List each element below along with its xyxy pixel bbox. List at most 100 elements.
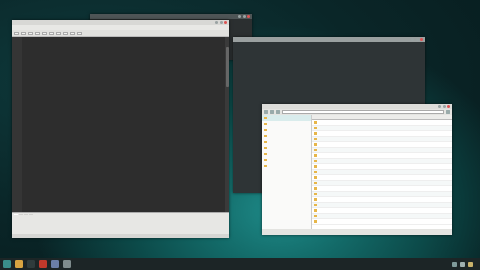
close-icon[interactable] — [420, 38, 423, 41]
editor-titlebar[interactable] — [12, 20, 229, 25]
file-name-cell — [312, 154, 364, 157]
folder-icon — [314, 121, 317, 124]
file-name-cell — [312, 214, 364, 217]
folder-icon — [314, 187, 317, 190]
folder-icon — [314, 159, 317, 162]
file-name-cell — [312, 137, 364, 140]
folder-icon — [314, 203, 317, 206]
file-name-cell — [312, 170, 364, 173]
toolbar-button[interactable] — [70, 31, 75, 35]
file-name-cell — [312, 159, 364, 162]
folder-icon — [314, 198, 317, 201]
file-row[interactable] — [312, 219, 452, 225]
network-icon[interactable] — [452, 261, 457, 267]
folder-icon — [314, 192, 317, 195]
message-panel-tab[interactable] — [29, 214, 33, 215]
editor-toolbar — [12, 30, 229, 37]
minimize-icon[interactable] — [411, 38, 414, 41]
code-view[interactable] — [22, 37, 225, 212]
editor-statusbar — [12, 234, 229, 238]
folder-icon — [314, 220, 317, 223]
folder-icon — [314, 181, 317, 184]
file-name-cell — [312, 220, 364, 223]
file-manager-icon[interactable] — [15, 260, 23, 268]
code-editor-window[interactable] — [12, 20, 229, 238]
folder-icon — [264, 158, 267, 162]
folder-icon — [264, 164, 267, 168]
view-mode-icon[interactable] — [446, 110, 450, 114]
file-name-cell — [312, 187, 364, 190]
file-name-cell — [312, 121, 364, 124]
message-panel-tab[interactable] — [14, 214, 18, 215]
minimize-icon[interactable] — [438, 105, 441, 108]
background-window-titlebar[interactable] — [90, 14, 252, 19]
battery-icon[interactable] — [468, 261, 473, 267]
taskbar — [0, 258, 480, 270]
file-manager-titlebar[interactable] — [262, 104, 452, 109]
volume-icon[interactable] — [460, 261, 465, 267]
toolbar-button[interactable] — [28, 31, 33, 35]
file-list[interactable] — [312, 115, 452, 229]
maximize-icon[interactable] — [242, 15, 246, 18]
maximize-icon[interactable] — [219, 21, 223, 24]
scrollbar-thumb[interactable] — [225, 47, 229, 87]
back-icon[interactable] — [264, 110, 268, 114]
location-bar[interactable] — [282, 110, 444, 114]
file-manager-window[interactable] — [262, 104, 452, 235]
system-tray — [452, 261, 473, 267]
folder-icon — [314, 154, 317, 157]
toolbar-button[interactable] — [63, 31, 68, 35]
toolbar-button[interactable] — [56, 31, 61, 35]
start-menu-icon[interactable] — [3, 260, 11, 268]
file-name-cell — [312, 143, 364, 146]
file-name-cell — [312, 181, 364, 184]
folder-icon — [264, 152, 267, 156]
file-name-cell — [312, 132, 364, 135]
folder-icon — [264, 146, 267, 150]
up-icon[interactable] — [276, 110, 280, 114]
folder-icon — [314, 214, 317, 217]
minimize-icon[interactable] — [215, 21, 218, 24]
folder-icon — [264, 122, 267, 126]
editor-icon[interactable] — [51, 260, 59, 268]
file-name-cell — [312, 192, 364, 195]
folder-icon — [314, 170, 317, 173]
folder-icon — [314, 143, 317, 146]
file-manager-statusbar — [262, 229, 452, 235]
editor-scrollbar[interactable] — [225, 37, 229, 212]
maximize-icon[interactable] — [415, 38, 419, 41]
toolbar-button[interactable] — [42, 31, 47, 35]
folder-icon — [314, 209, 317, 212]
message-line — [12, 218, 229, 220]
browser-icon[interactable] — [39, 260, 47, 268]
folder-tree-item[interactable] — [262, 163, 311, 169]
folder-tree[interactable] — [262, 115, 312, 229]
maximize-icon[interactable] — [442, 105, 446, 108]
message-panel-tab[interactable] — [19, 214, 23, 215]
close-icon[interactable] — [247, 15, 250, 18]
folder-icon — [314, 132, 317, 135]
toolbar-button[interactable] — [77, 31, 82, 35]
message-panel-tab[interactable] — [24, 214, 28, 215]
file-name-cell — [312, 203, 364, 206]
folder-icon — [264, 140, 267, 144]
file-name-cell — [312, 198, 364, 201]
message-panel — [12, 212, 229, 238]
folder-icon — [264, 134, 267, 138]
line-number — [12, 198, 22, 202]
close-icon[interactable] — [224, 21, 227, 24]
toolbar-button[interactable] — [21, 31, 26, 35]
file-name-cell — [312, 176, 364, 179]
file-name-cell — [312, 165, 364, 168]
terminal-icon[interactable] — [27, 260, 35, 268]
folder-icon — [314, 126, 317, 129]
settings-icon[interactable] — [63, 260, 71, 268]
folder-icon — [314, 137, 317, 140]
toolbar-button[interactable] — [49, 31, 54, 35]
forward-icon[interactable] — [270, 110, 274, 114]
toolbar-button[interactable] — [35, 31, 40, 35]
minimize-icon[interactable] — [238, 15, 241, 18]
toolbar-button[interactable] — [14, 31, 19, 35]
close-icon[interactable] — [447, 105, 450, 108]
editor-text-area[interactable] — [12, 37, 229, 212]
